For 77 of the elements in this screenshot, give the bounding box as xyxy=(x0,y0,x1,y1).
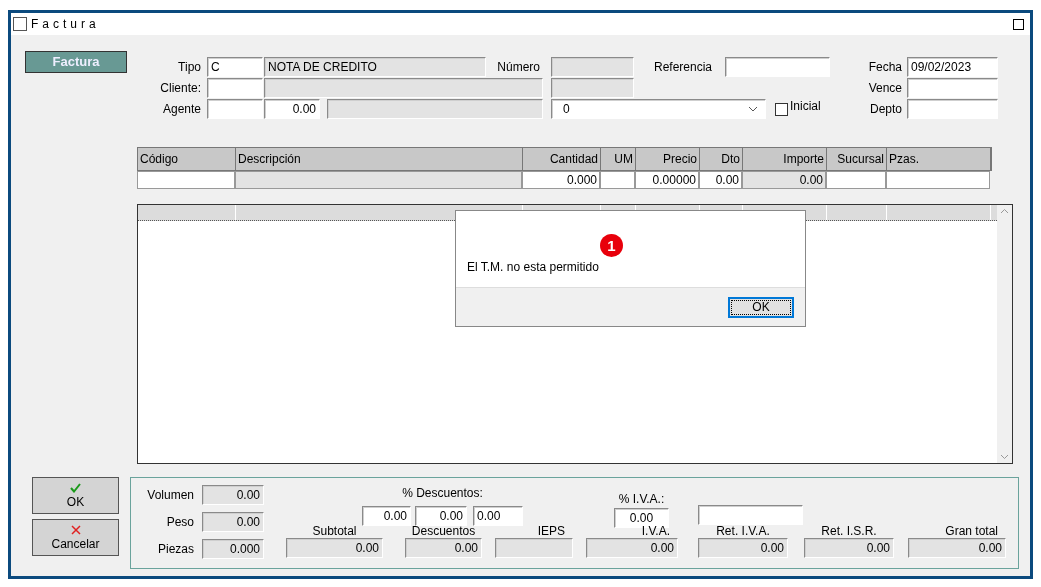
text-field[interactable]: 0.00 xyxy=(804,538,894,558)
text-field[interactable]: 0.00 xyxy=(286,538,383,558)
text-field[interactable] xyxy=(207,78,263,98)
column-header[interactable]: Cantidad xyxy=(523,148,601,170)
text-field[interactable]: C xyxy=(207,57,263,77)
text-field[interactable]: 0.000 xyxy=(202,539,264,559)
ok-button[interactable]: OK xyxy=(32,477,119,514)
field-label: I.V.A. xyxy=(640,525,671,538)
grid-entry-cell[interactable]: 0.00000 xyxy=(635,171,699,189)
text-field[interactable] xyxy=(327,99,543,119)
dropdown[interactable]: 0 xyxy=(551,99,766,119)
text-field[interactable]: 0.00 xyxy=(415,506,467,526)
close-icon xyxy=(70,524,81,535)
field-label: Peso xyxy=(165,514,194,531)
text-field[interactable] xyxy=(264,78,543,98)
field-label: % Descuentos: xyxy=(402,485,483,502)
text-field[interactable]: 0.00 xyxy=(202,512,264,532)
text-field[interactable]: 0.00 xyxy=(202,485,264,505)
field-label: Cliente: xyxy=(159,80,201,97)
field-label: Agente xyxy=(161,101,201,118)
text-field[interactable]: 0.00 xyxy=(698,538,788,558)
field-label: Subtotal xyxy=(311,525,358,538)
checkbox-label: Inicial xyxy=(790,98,822,115)
field-label: Ret. I.V.A. xyxy=(715,525,771,538)
field-label: % I.V.A.: xyxy=(618,491,665,508)
scroll-down-icon[interactable] xyxy=(1000,454,1009,460)
grid-entry-cell[interactable] xyxy=(137,171,235,189)
text-field[interactable]: 0.00 xyxy=(473,506,523,526)
field-label: Depto xyxy=(868,101,902,118)
window-title: Factura xyxy=(31,16,100,33)
grid-entry-cell[interactable]: 0.00 xyxy=(699,171,742,189)
text-field[interactable]: 0.00 xyxy=(405,538,482,558)
field-label: Vence xyxy=(867,80,902,97)
text-field[interactable] xyxy=(725,57,830,77)
checkmark-icon xyxy=(70,482,81,493)
field-label: Piezas xyxy=(156,541,194,558)
field-label: Tipo xyxy=(177,59,201,76)
grid-entry-cell[interactable] xyxy=(826,171,886,189)
text-field[interactable]: 0.00 xyxy=(362,506,411,526)
cancel-button[interactable]: Cancelar xyxy=(32,519,119,556)
dialog-ok-button[interactable]: OK xyxy=(728,296,794,318)
text-field[interactable] xyxy=(551,57,634,77)
column-header[interactable]: Precio xyxy=(636,148,700,170)
grid-entry-cell[interactable] xyxy=(600,171,635,189)
field-label: Ret. I.S.R. xyxy=(820,525,878,538)
scroll-up-icon[interactable] xyxy=(1000,208,1009,214)
column-header[interactable]: Sucursal xyxy=(827,148,887,170)
text-field[interactable] xyxy=(698,505,803,525)
field-label: Descuentos xyxy=(410,525,477,538)
grid-entry-cell[interactable]: 0.000 xyxy=(522,171,600,189)
number-badge: 1 xyxy=(600,234,623,257)
dialog-message: El T.M. no esta permitido xyxy=(467,260,599,274)
text-field[interactable]: 0.00 xyxy=(264,99,320,119)
column-header[interactable]: Dto xyxy=(700,148,743,170)
text-field[interactable] xyxy=(495,538,573,558)
grid-entry-cell[interactable] xyxy=(886,171,990,189)
text-field[interactable]: 0.00 xyxy=(908,538,1006,558)
chevron-down-icon xyxy=(748,106,758,112)
text-field[interactable]: 0.00 xyxy=(586,538,678,558)
text-field[interactable]: NOTA DE CREDITO xyxy=(264,57,486,77)
checkbox[interactable] xyxy=(775,102,788,116)
field-label: IEPS xyxy=(536,525,566,538)
column-header[interactable]: Código xyxy=(138,148,236,170)
text-field[interactable] xyxy=(207,99,263,119)
text-field[interactable]: 09/02/2023 xyxy=(907,57,998,77)
column-header[interactable]: Pzas. xyxy=(887,148,991,170)
maximize-icon[interactable] xyxy=(1013,18,1024,30)
text-field[interactable] xyxy=(907,78,998,98)
text-field[interactable] xyxy=(551,78,634,98)
field-label: Número xyxy=(496,59,540,76)
text-field[interactable] xyxy=(907,99,998,119)
scrollbar[interactable] xyxy=(997,205,1012,463)
field-label: Gran total xyxy=(944,525,999,538)
column-header[interactable]: UM xyxy=(601,148,636,170)
field-label: Fecha xyxy=(867,59,902,76)
field-label: Referencia xyxy=(652,59,712,76)
field-label: Volumen xyxy=(146,487,194,504)
